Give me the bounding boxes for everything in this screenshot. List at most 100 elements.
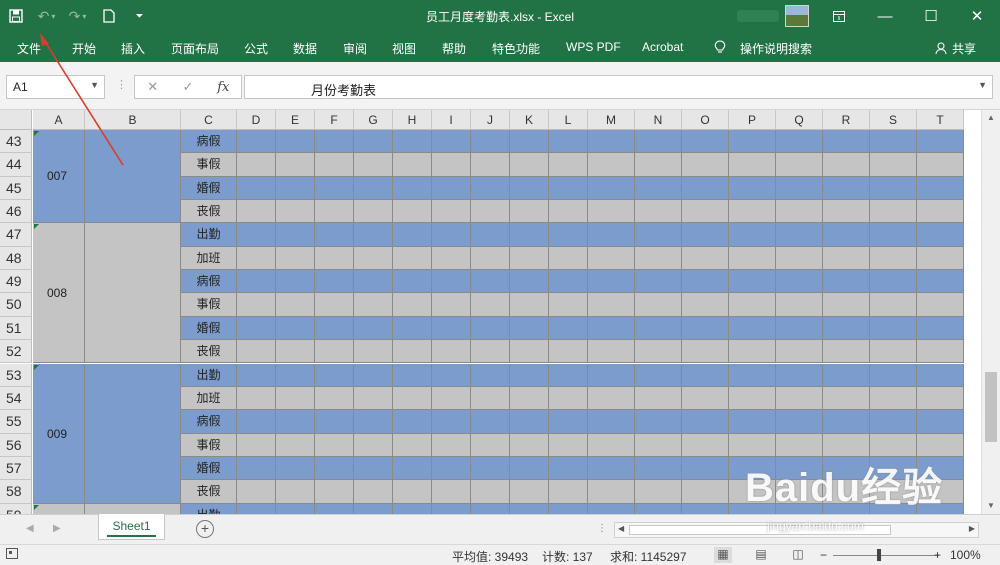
column-header-H[interactable]: H [393,110,432,130]
grid-cell[interactable] [682,503,729,514]
grid-cell[interactable] [393,176,432,201]
grid-cell[interactable] [682,130,729,154]
attendance-type-cell[interactable]: 病假 [181,270,237,294]
grid-cell[interactable] [471,433,510,457]
grid-cell[interactable] [315,433,354,457]
grid-cell[interactable] [471,410,510,434]
grid-cell[interactable] [471,363,510,387]
grid-cell[interactable] [315,153,354,177]
grid-cell[interactable] [870,176,917,201]
grid-cell[interactable] [393,223,432,247]
grid-cell[interactable] [776,386,823,411]
grid-cell[interactable] [917,316,964,341]
grid-cell[interactable] [549,130,588,154]
grid-cell[interactable] [682,363,729,387]
grid-cell[interactable] [276,246,315,271]
zoom-in-icon[interactable]: + [934,548,941,562]
grid-cell[interactable] [237,200,276,224]
grid-cell[interactable] [823,363,870,387]
grid-cell[interactable] [729,293,776,317]
attendance-type-cell[interactable]: 丧假 [181,340,237,364]
grid-cell[interactable] [237,480,276,504]
grid-cell[interactable] [549,433,588,457]
grid-cell[interactable] [870,200,917,224]
grid-cell[interactable] [354,293,393,317]
grid-cell[interactable] [635,176,682,201]
ribbon-display-options-icon[interactable] [816,0,862,32]
grid-cell[interactable] [471,153,510,177]
grid-cell[interactable] [237,223,276,247]
grid-cell[interactable] [393,200,432,224]
grid-cell[interactable] [315,223,354,247]
grid-cell[interactable] [510,480,549,504]
grid-cell[interactable] [635,410,682,434]
grid-cell[interactable] [588,176,635,201]
expand-formula-bar-icon[interactable]: ▼ [978,80,987,90]
name-box-dropdown-icon[interactable]: ▼ [90,80,99,90]
grid-cell[interactable] [393,456,432,481]
zoom-slider[interactable] [833,555,939,556]
grid-cell[interactable] [823,410,870,434]
grid-cell[interactable] [549,246,588,271]
grid-cell[interactable] [635,340,682,364]
restore-button[interactable]: ☐ [908,0,954,32]
attendance-type-cell[interactable]: 事假 [181,153,237,177]
grid-cell[interactable] [917,176,964,201]
tab-view[interactable]: 视图 [392,40,416,57]
scroll-left-icon[interactable]: ◀ [618,524,624,533]
row-header[interactable]: 46 [0,200,32,224]
grid-cell[interactable] [237,410,276,434]
attendance-type-cell[interactable]: 加班 [181,386,237,411]
grid-cell[interactable] [393,130,432,154]
tab-data[interactable]: 数据 [293,40,317,57]
grid-cell[interactable] [588,293,635,317]
row-header[interactable]: 48 [0,246,32,271]
attendance-type-cell[interactable]: 婚假 [181,316,237,341]
column-header-K[interactable]: K [510,110,549,130]
grid-cell[interactable] [315,410,354,434]
grid-cell[interactable] [549,386,588,411]
grid-cell[interactable] [393,386,432,411]
column-header-N[interactable]: N [635,110,682,130]
undo-icon[interactable]: ↶ ▾ [31,0,62,32]
grid-cell[interactable] [315,200,354,224]
grid-cell[interactable] [510,153,549,177]
grid-cell[interactable] [510,316,549,341]
grid-cell[interactable] [549,503,588,514]
row-header[interactable]: 53 [0,363,32,387]
zoom-level[interactable]: 100% [950,548,981,562]
grid-cell[interactable] [510,433,549,457]
tab-file[interactable]: 文件 [17,40,41,57]
column-header-R[interactable]: R [823,110,870,130]
grid-cell[interactable] [432,410,471,434]
grid-cell[interactable] [432,246,471,271]
grid-cell[interactable] [393,153,432,177]
attendance-type-cell[interactable]: 出勤 [181,503,237,514]
redo-icon[interactable]: ↷ ▾ [62,0,93,32]
grid-cell[interactable] [682,316,729,341]
worksheet-grid[interactable]: A B C D E F G H I J K L M N O P Q R S T 43 病假 44 事假 45 婚假 46 丧假 47 出勤… [0,110,1000,514]
grid-cell[interactable] [776,130,823,154]
attendance-type-cell[interactable]: 丧假 [181,200,237,224]
column-header-T[interactable]: T [917,110,964,130]
grid-cell[interactable] [315,130,354,154]
column-header-I[interactable]: I [432,110,471,130]
grid-cell[interactable] [729,410,776,434]
attendance-type-cell[interactable]: 加班 [181,246,237,271]
grid-cell[interactable] [588,316,635,341]
new-document-icon[interactable] [93,0,124,32]
grid-cell[interactable] [549,200,588,224]
attendance-type-cell[interactable]: 病假 [181,130,237,154]
grid-cell[interactable] [823,223,870,247]
grid-cell[interactable] [549,316,588,341]
grid-cell[interactable] [682,456,729,481]
grid-cell[interactable] [354,200,393,224]
row-header[interactable]: 50 [0,293,32,317]
grid-cell[interactable] [276,410,315,434]
tab-insert[interactable]: 插入 [121,40,145,57]
sheet-tab-active[interactable]: Sheet1 [98,514,165,540]
column-header-J[interactable]: J [471,110,510,130]
row-header[interactable]: 51 [0,316,32,341]
grid-cell[interactable] [635,200,682,224]
column-header-O[interactable]: O [682,110,729,130]
